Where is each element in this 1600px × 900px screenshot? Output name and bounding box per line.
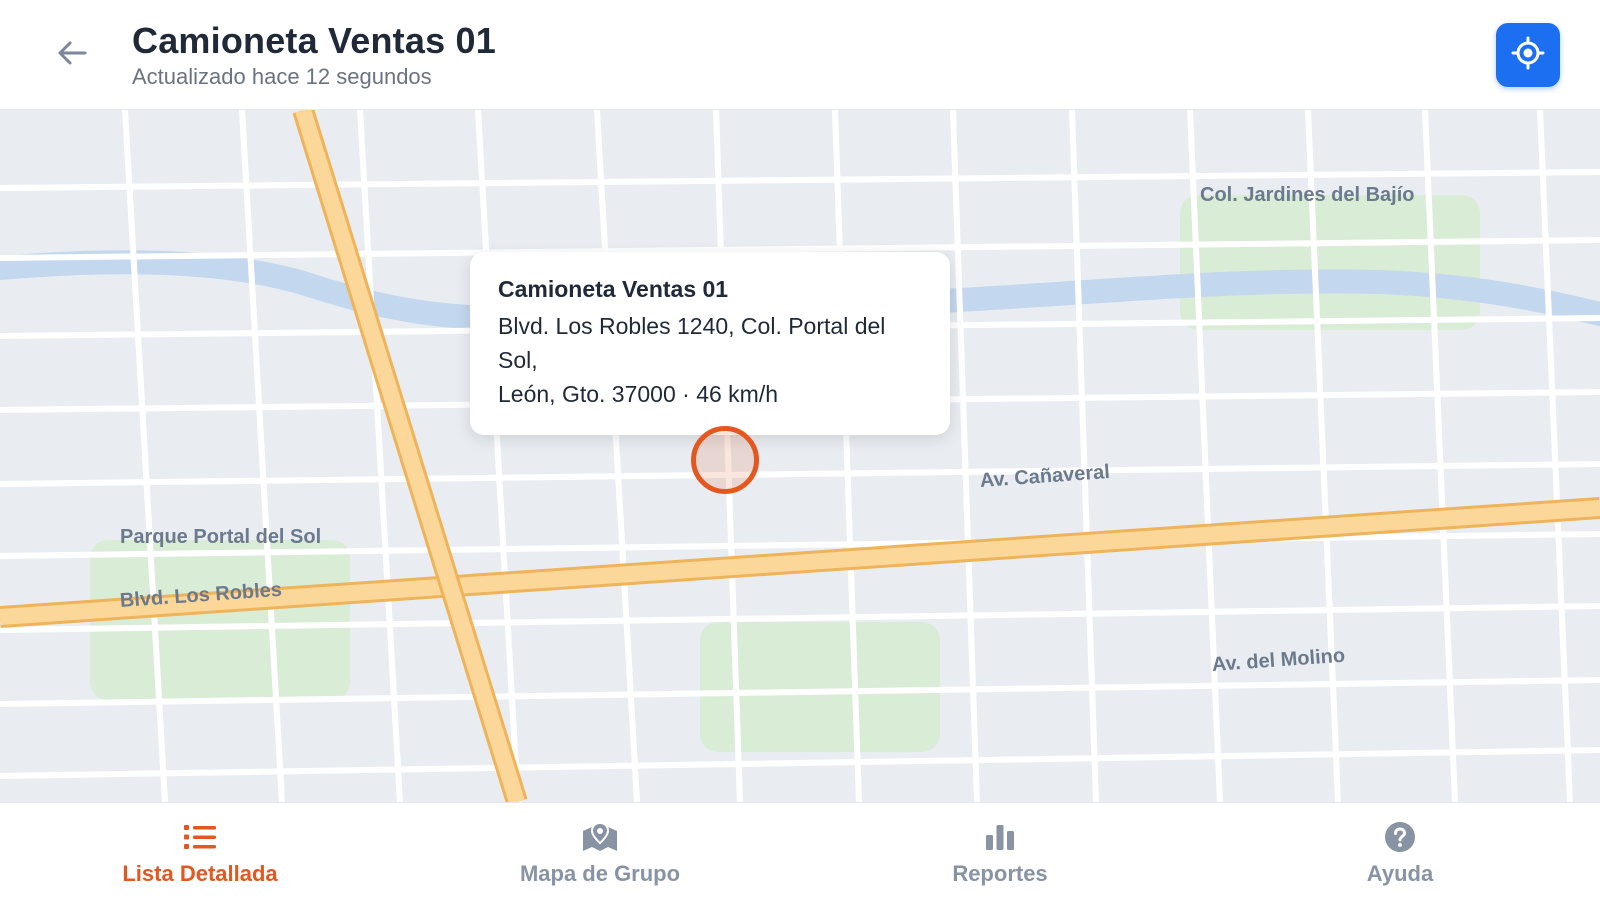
map-view[interactable]: Col. Jardines del Bajío Av. Cañaveral Pa…: [0, 110, 1600, 802]
app-header: Camioneta Ventas 01 Actualizado hace 12 …: [0, 0, 1600, 110]
arrow-left-icon: [57, 40, 87, 71]
page-title: Camioneta Ventas 01: [132, 20, 496, 61]
nav-label: Mapa de Grupo: [519, 860, 681, 886]
map-pin-icon: [582, 819, 618, 855]
nav-item-ayuda[interactable]: Ayuda: [1200, 803, 1600, 900]
map-canvas: [0, 110, 1600, 802]
vehicle-info-popup[interactable]: Camioneta Ventas 01 Blvd. Los Robles 124…: [470, 252, 950, 435]
back-button[interactable]: [48, 34, 96, 76]
last-updated-text: Actualizado hace 12 segundos: [132, 64, 432, 89]
crosshair-icon: [1511, 36, 1545, 75]
nav-label: Ayuda: [1366, 860, 1434, 886]
nav-item-reportes[interactable]: Reportes: [800, 803, 1200, 900]
nav-item-mapa-de-grupo[interactable]: Mapa de Grupo: [400, 803, 800, 900]
nav-label: Reportes: [952, 860, 1048, 886]
locate-button[interactable]: [1496, 23, 1560, 87]
bar-chart-icon: [982, 819, 1018, 855]
map-label-parque: Parque Portal del Sol: [120, 526, 322, 548]
popup-address-line3: León, Gto. 37000 · 46 km/h: [498, 381, 779, 407]
help-icon: [1382, 819, 1418, 855]
nav-item-lista-detallada[interactable]: Lista Detallada: [0, 803, 400, 900]
bottom-navigation: Lista Detallada Mapa de Grupo Reportes A…: [0, 802, 1600, 900]
vehicle-marker[interactable]: [691, 426, 759, 494]
popup-address-line1: Blvd. Los Robles 1240, Col. Portal del: [498, 313, 886, 339]
popup-title: Camioneta Ventas 01: [498, 276, 729, 302]
map-label-jardines: Col. Jardines del Bajío: [1200, 184, 1415, 206]
nav-label: Lista Detallada: [122, 860, 278, 886]
list-icon: [182, 819, 218, 855]
popup-address-line2: Sol,: [498, 347, 538, 373]
park-area: [90, 540, 350, 700]
